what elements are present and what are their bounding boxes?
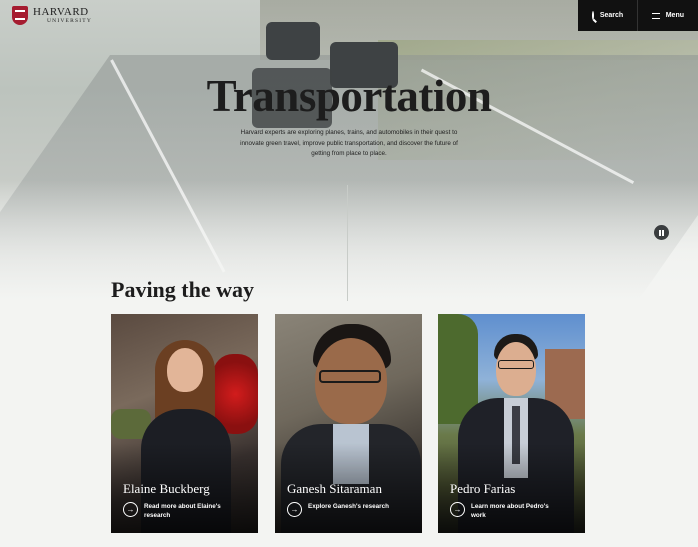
car (266, 22, 320, 60)
arrow-right-icon: → (123, 502, 138, 517)
page-title: Transportation (206, 71, 492, 121)
profile-card-ganesh[interactable]: Ganesh Sitaraman → Explore Ganesh's rese… (275, 314, 422, 533)
vertical-divider (347, 185, 348, 301)
card-link[interactable]: → Read more about Elaine's research (123, 502, 234, 520)
logo-subtitle: UNIVERSITY (47, 17, 92, 24)
menu-button[interactable]: Menu (638, 0, 698, 31)
search-button[interactable]: Search (578, 0, 638, 31)
top-navigation: Search Menu (578, 0, 698, 31)
profile-card-pedro[interactable]: Pedro Farias → Learn more about Pedro's … (438, 314, 585, 533)
card-link[interactable]: → Explore Ganesh's research (287, 502, 418, 517)
hero-description: Harvard experts are exploring planes, tr… (240, 129, 458, 157)
hamburger-icon (652, 12, 660, 19)
harvard-logo[interactable]: HARVARD UNIVERSITY (12, 6, 92, 25)
search-icon (591, 11, 594, 20)
search-label: Search (599, 12, 624, 19)
person-head (167, 348, 203, 392)
card-name: Pedro Farias (450, 481, 516, 496)
pause-icon (658, 229, 661, 236)
hero-fade (0, 180, 698, 300)
logo-wordmark: HARVARD (33, 5, 89, 18)
harvard-shield-icon (12, 6, 28, 25)
arrow-right-icon: → (287, 502, 302, 517)
section-title: Paving the way (111, 277, 254, 302)
glasses-icon (498, 360, 534, 369)
profile-card-elaine[interactable]: Elaine Buckberg → Read more about Elaine… (111, 314, 258, 533)
menu-label: Menu (665, 12, 684, 19)
glasses-icon (319, 370, 381, 383)
pause-button[interactable] (654, 225, 669, 240)
card-link[interactable]: → Learn more about Pedro's work (450, 502, 561, 520)
card-name: Elaine Buckberg (123, 481, 210, 496)
arrow-right-icon: → (450, 502, 465, 517)
person-head (496, 342, 536, 396)
card-name: Ganesh Sitaraman (287, 481, 382, 496)
